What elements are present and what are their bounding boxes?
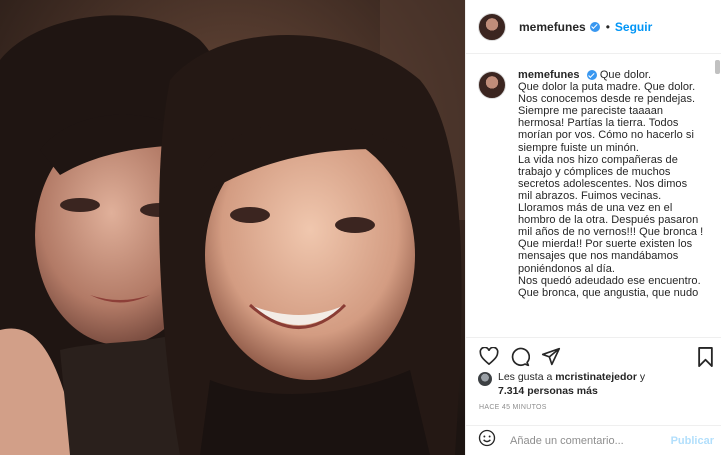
post-header: memefunes • Seguir [466, 0, 721, 54]
caption-verified-badge-icon [586, 70, 597, 81]
like-heart-icon[interactable] [479, 346, 499, 370]
emoji-icon[interactable] [478, 429, 496, 452]
post-details-panel: memefunes • Seguir memefunes Que dolor. … [465, 0, 721, 455]
caption-body: memefunes Que dolor. Que dolor la puta m… [518, 69, 704, 337]
publish-button[interactable]: Publicar [671, 435, 714, 447]
save-bookmark-icon[interactable] [697, 347, 714, 372]
likes-connector: y [639, 371, 646, 383]
caption-scrollbar[interactable] [715, 60, 720, 74]
follow-button[interactable]: Seguir [615, 20, 652, 34]
post-image[interactable] [0, 0, 465, 455]
caption-area[interactable]: memefunes Que dolor. Que dolor la puta m… [466, 55, 721, 337]
caption-username[interactable]: memefunes [518, 69, 580, 81]
liker-username[interactable]: mcristinatejedor [555, 371, 637, 383]
verified-badge-icon [589, 21, 600, 32]
caption-author-avatar[interactable] [478, 71, 506, 99]
caption-content: Que dolor. Que dolor la puta madre. Que … [518, 69, 704, 299]
comment-input[interactable] [510, 434, 670, 447]
comment-icon[interactable] [510, 347, 531, 372]
likes-text: Les gusta a mcristinatejedor y 7.314 pers… [478, 370, 714, 398]
likes-prefix: Les gusta a [498, 371, 553, 383]
liker-avatar[interactable] [478, 372, 492, 386]
author-username[interactable]: memefunes [519, 20, 586, 34]
share-direct-icon[interactable] [541, 347, 561, 371]
separator-dot: • [605, 19, 610, 34]
likes-summary[interactable]: Les gusta a mcristinatejedor y 7.314 pers… [478, 370, 714, 398]
likes-count[interactable]: 7.314 personas más [498, 385, 598, 397]
post-timestamp[interactable]: HACE 45 MINUTOS [479, 404, 547, 411]
post-photo-illustration [0, 0, 465, 455]
caption-text: memefunes Que dolor. Que dolor la puta m… [518, 69, 704, 299]
comment-bar: Publicar [466, 425, 721, 455]
author-avatar[interactable] [478, 12, 506, 41]
